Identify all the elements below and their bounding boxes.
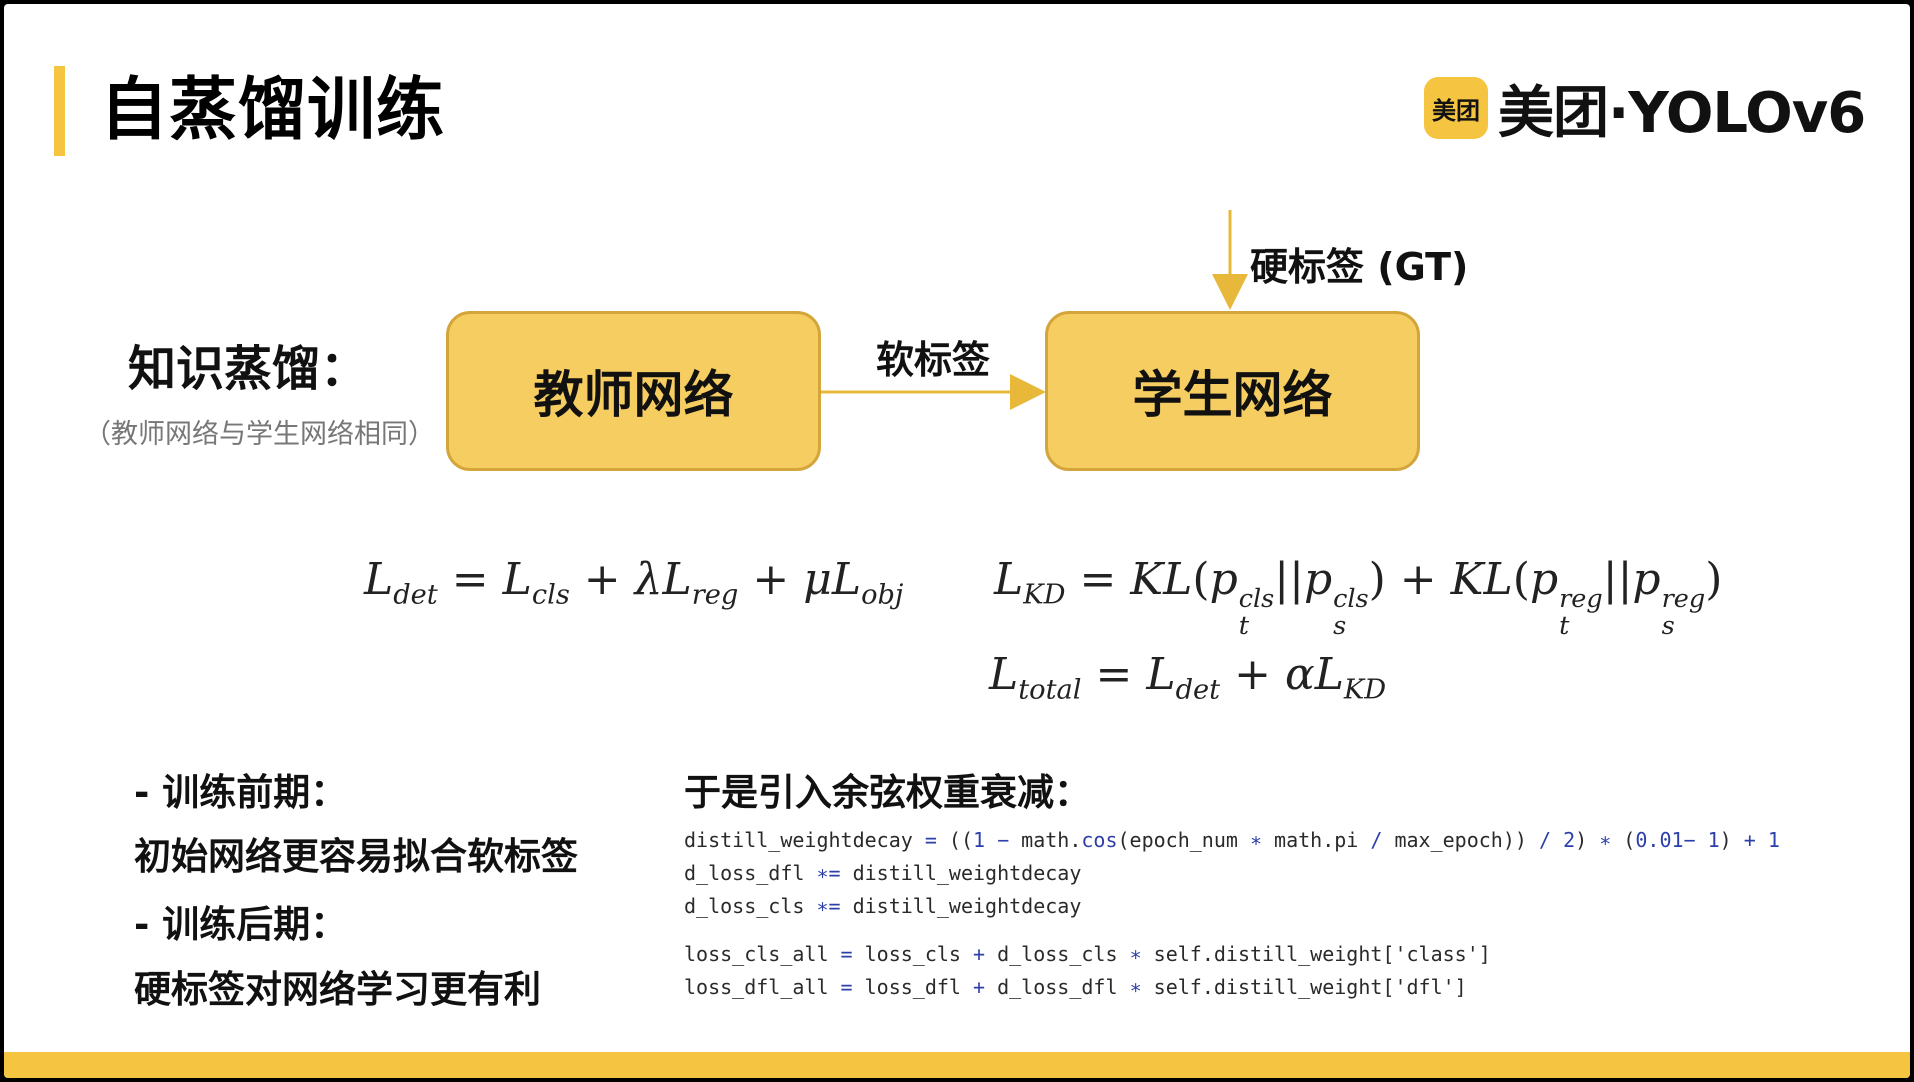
teacher-network-box: 教师网络	[446, 311, 821, 471]
code-line: loss_dfl_all = loss_dfl + d_loss_dfl ∗ s…	[684, 975, 1467, 999]
knowledge-distillation-label: 知识蒸馏：	[128, 341, 369, 397]
code-line: d_loss_cls ∗= distill_weightdecay	[684, 894, 1082, 918]
meituan-yolov6-logo: 美团 美团·YOLOv6	[1424, 74, 1866, 146]
late-phase-desc: 硬标签对网络学习更有利	[134, 968, 541, 1011]
code-line: distill_weightdecay = ((1 − math.cos(epo…	[684, 828, 1780, 852]
knowledge-distillation-note: （教师网络与学生网络相同）	[84, 419, 435, 450]
early-phase-desc: 初始网络更容易拟合软标签	[134, 835, 578, 878]
total-loss-formula: Ltotal = Ldet + αLKD	[989, 649, 1387, 706]
late-phase-title: - 训练后期：	[134, 903, 348, 946]
slide: 自蒸馏训练 美团 美团·YOLOv6 知识蒸馏： （教师网络与学生网络相同） 教…	[4, 4, 1910, 1078]
bottom-accent-bar	[4, 1052, 1910, 1078]
logo-text: 美团·YOLOv6	[1498, 80, 1866, 146]
detection-loss-formula: Ldet = Lcls + λLreg + μLobj	[364, 554, 904, 611]
meituan-badge-icon: 美团	[1424, 77, 1488, 139]
slide-title: 自蒸馏训练	[100, 71, 446, 150]
title-accent-bar	[54, 66, 65, 156]
code-line: loss_cls_all = loss_cls + d_loss_cls ∗ s…	[684, 942, 1491, 966]
code-line: d_loss_dfl ∗= distill_weightdecay	[684, 861, 1082, 885]
cosine-decay-title: 于是引入余弦权重衰减：	[684, 771, 1091, 814]
soft-label-text: 软标签	[876, 338, 991, 382]
hard-label-text: 硬标签 (GT)	[1250, 245, 1469, 289]
kd-loss-formula: LKD = KL(p cls t ||p cls s) + KL(p reg t ||p reg s…	[994, 554, 1723, 641]
student-network-box: 学生网络	[1045, 311, 1420, 471]
early-phase-title: - 训练前期：	[134, 771, 348, 814]
